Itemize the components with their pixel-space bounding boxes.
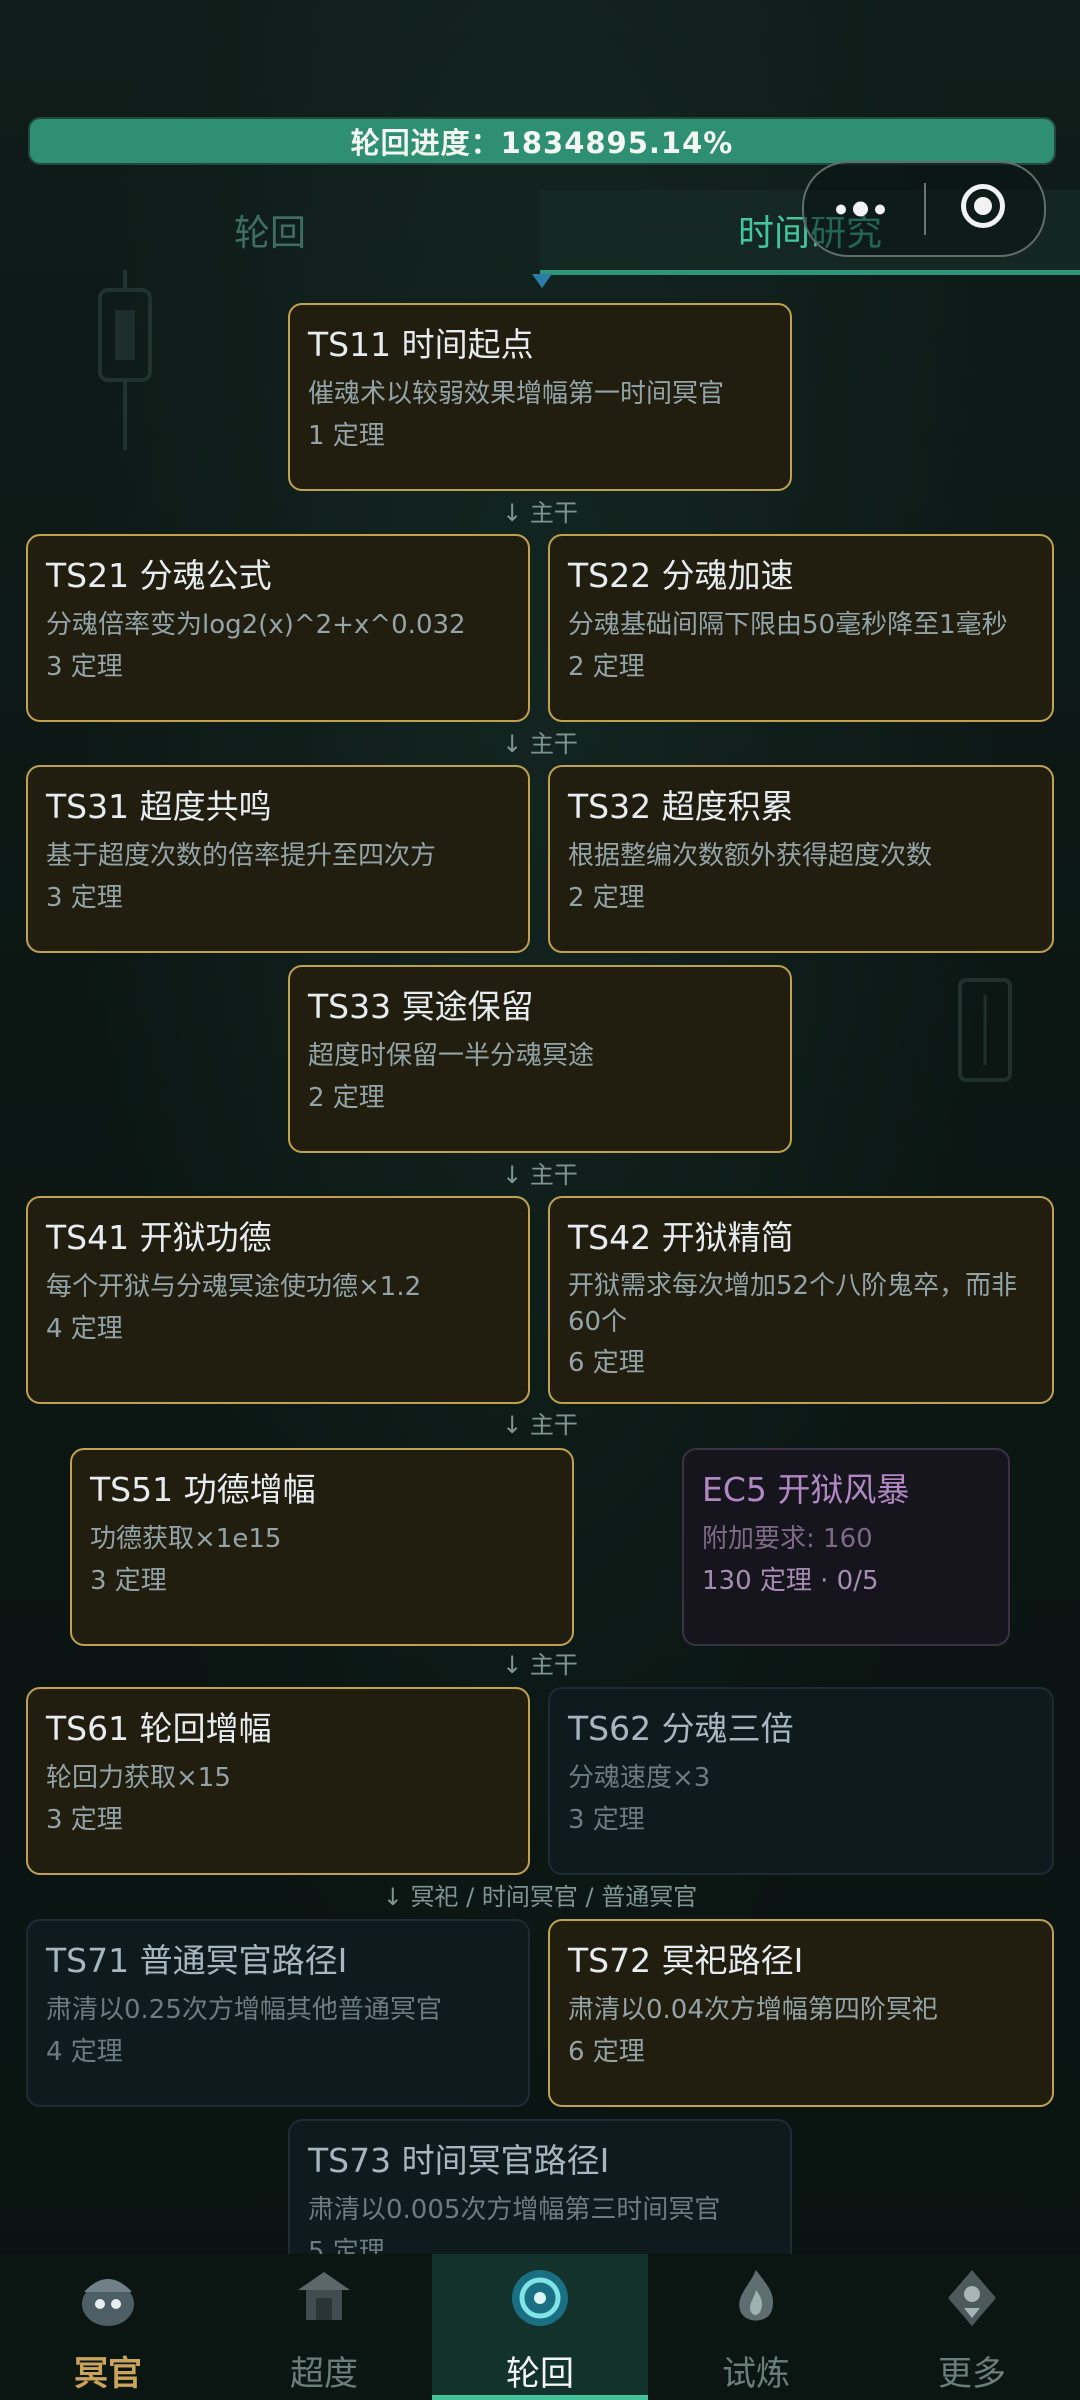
- study-title: TS61 轮回增幅: [46, 1709, 272, 1748]
- study-card-ts51[interactable]: TS51 功德增幅 功德获取×1e15 3 定理: [70, 1448, 574, 1646]
- challenge-title: EC5 开狱风暴: [702, 1470, 910, 1509]
- study-title: TS21 分魂公式: [46, 556, 272, 595]
- study-desc: 功德获取×1e15: [90, 1524, 282, 1554]
- study-cost: 2 定理: [568, 652, 645, 682]
- study-title: TS22 分魂加速: [568, 556, 794, 595]
- nav-salvation[interactable]: 超度: [216, 2254, 432, 2400]
- study-card-ts21[interactable]: TS21 分魂公式 分魂倍率变为log2(x)^2+x^0.032 3 定理: [26, 534, 530, 722]
- study-card-ts73[interactable]: TS73 时间冥官路径I 肃清以0.005次方增幅第三时间冥官 5 定理: [288, 2119, 792, 2254]
- study-cost: 6 定理: [568, 2037, 645, 2067]
- study-card-ts71[interactable]: TS71 普通冥官路径I 肃清以0.25次方增幅其他普通冥官 4 定理: [26, 1919, 530, 2107]
- study-desc: 基于超度次数的倍率提升至四次方: [46, 841, 437, 871]
- study-cost: 3 定理: [90, 1566, 167, 1596]
- study-cost: 4 定理: [46, 1314, 123, 1344]
- study-card-ts62[interactable]: TS62 分魂三倍 分魂速度×3 3 定理: [548, 1687, 1054, 1875]
- study-title: TS31 超度共鸣: [46, 787, 272, 826]
- study-card-ts31[interactable]: TS31 超度共鸣 基于超度次数的倍率提升至四次方 3 定理: [26, 765, 530, 953]
- study-card-ts41[interactable]: TS41 开狱功德 每个开狱与分魂冥途使功德×1.2 4 定理: [26, 1196, 530, 1404]
- nav-label: 超度: [290, 2354, 358, 2394]
- study-title: TS41 开狱功德: [46, 1218, 272, 1257]
- nav-ghost-officials[interactable]: 冥官: [0, 2254, 216, 2400]
- bottom-navigation: 冥官 超度 轮回 试炼 更多: [0, 2254, 1080, 2400]
- study-cost: 3 定理: [46, 883, 123, 913]
- close-program-icon[interactable]: [961, 184, 1005, 228]
- ghost-official-icon: [82, 2279, 134, 2326]
- nav-reincarnation[interactable]: 轮回: [432, 2254, 648, 2400]
- study-desc: 每个开狱与分魂冥途使功德×1.2: [46, 1272, 422, 1302]
- study-cost: 6 定理: [568, 1348, 645, 1378]
- study-cost: 5 定理: [308, 2237, 385, 2254]
- study-cost: 2 定理: [568, 883, 645, 913]
- path-split-connector: ↓ 冥祀 / 时间冥官 / 普通冥官: [382, 1883, 698, 1911]
- study-desc: 超度时保留一半分魂冥途: [308, 1041, 595, 1071]
- study-title: TS73 时间冥官路径I: [308, 2141, 610, 2180]
- study-cost: 1 定理: [308, 421, 385, 451]
- branch-connector: ↓ 主干: [502, 1411, 578, 1439]
- study-cost: 3 定理: [568, 1805, 645, 1835]
- study-card-ts42[interactable]: TS42 开狱精简 开狱需求每次增加52个八阶鬼卒，而非60个 6 定理: [548, 1196, 1054, 1404]
- study-desc: 肃清以0.25次方增幅其他普通冥官: [46, 1995, 442, 2025]
- study-card-ts22[interactable]: TS22 分魂加速 分魂基础间隔下限由50毫秒降至1毫秒 2 定理: [548, 534, 1054, 722]
- study-title: TS71 普通冥官路径I: [46, 1941, 348, 1980]
- lantern-decoration-icon: [98, 270, 152, 450]
- challenge-card-ec5[interactable]: EC5 开狱风暴 附加要求: 160 130 定理 · 0/5: [682, 1448, 1010, 1646]
- study-desc: 开狱需求每次增加52个八阶鬼卒，而非60个: [568, 1271, 1018, 1337]
- challenge-cost: 130 定理 · 0/5: [702, 1566, 879, 1596]
- study-desc: 轮回力获取×15: [46, 1763, 231, 1793]
- more-options-icon[interactable]: [836, 201, 885, 217]
- nav-label: 试炼: [722, 2354, 790, 2394]
- branch-connector: ↓ 主干: [502, 499, 578, 527]
- study-title: TS51 功德增幅: [90, 1470, 316, 1509]
- tab-pointer-icon: [532, 274, 552, 288]
- flame-icon: [739, 2270, 774, 2321]
- nav-label: 冥官: [74, 2354, 142, 2394]
- study-desc: 催魂术以较弱效果增幅第一时间冥官: [308, 379, 725, 409]
- study-desc: 分魂速度×3: [568, 1763, 711, 1793]
- study-card-ts33[interactable]: TS33 冥途保留 超度时保留一半分魂冥途 2 定理: [288, 965, 792, 1153]
- study-card-ts72[interactable]: TS72 冥祀路径I 肃清以0.04次方增幅第四阶冥祀 6 定理: [548, 1919, 1054, 2107]
- study-desc: 肃清以0.04次方增幅第四阶冥祀: [568, 1995, 938, 2025]
- progress-label: 轮回进度：1834895.14%: [350, 126, 734, 160]
- capsule-divider: [924, 183, 926, 235]
- reincarnation-progress-bar: 轮回进度：1834895.14%: [28, 117, 1056, 165]
- tab-reincarnation[interactable]: 轮回: [0, 190, 540, 270]
- study-cost: 4 定理: [46, 2037, 123, 2067]
- study-title: TS72 冥祀路径I: [568, 1941, 804, 1980]
- more-icon: [948, 2270, 996, 2326]
- study-title: TS11 时间起点: [308, 325, 534, 364]
- study-cost: 2 定理: [308, 1083, 385, 1113]
- study-cost: 3 定理: [46, 1805, 123, 1835]
- nav-more[interactable]: 更多: [864, 2254, 1080, 2400]
- branch-connector: ↓ 主干: [502, 1161, 578, 1189]
- nav-trials[interactable]: 试炼: [648, 2254, 864, 2400]
- study-title: TS62 分魂三倍: [568, 1709, 794, 1748]
- study-desc: 分魂基础间隔下限由50毫秒降至1毫秒: [568, 610, 1008, 640]
- study-title: TS42 开狱精简: [568, 1218, 794, 1257]
- lantern-decoration-icon: [958, 978, 1012, 1082]
- nav-label: 更多: [938, 2354, 1006, 2394]
- study-title: TS32 超度积累: [568, 787, 794, 826]
- reincarnation-icon: [512, 2270, 568, 2326]
- study-title: TS33 冥途保留: [308, 987, 534, 1026]
- branch-connector: ↓ 主干: [502, 730, 578, 758]
- study-desc: 分魂倍率变为log2(x)^2+x^0.032: [46, 610, 466, 640]
- mini-program-capsule: [802, 161, 1046, 257]
- shrine-icon: [298, 2272, 350, 2320]
- nav-label: 轮回: [506, 2354, 574, 2394]
- study-cost: 3 定理: [46, 652, 123, 682]
- challenge-requirement: 附加要求: 160: [702, 1524, 873, 1554]
- study-card-ts61[interactable]: TS61 轮回增幅 轮回力获取×15 3 定理: [26, 1687, 530, 1875]
- study-desc: 根据整编次数额外获得超度次数: [568, 841, 933, 871]
- branch-connector: ↓ 主干: [502, 1651, 578, 1679]
- study-desc: 肃清以0.005次方增幅第三时间冥官: [308, 2195, 721, 2225]
- study-card-ts32[interactable]: TS32 超度积累 根据整编次数额外获得超度次数 2 定理: [548, 765, 1054, 953]
- study-card-ts11[interactable]: TS11 时间起点 催魂术以较弱效果增幅第一时间冥官 1 定理: [288, 303, 792, 491]
